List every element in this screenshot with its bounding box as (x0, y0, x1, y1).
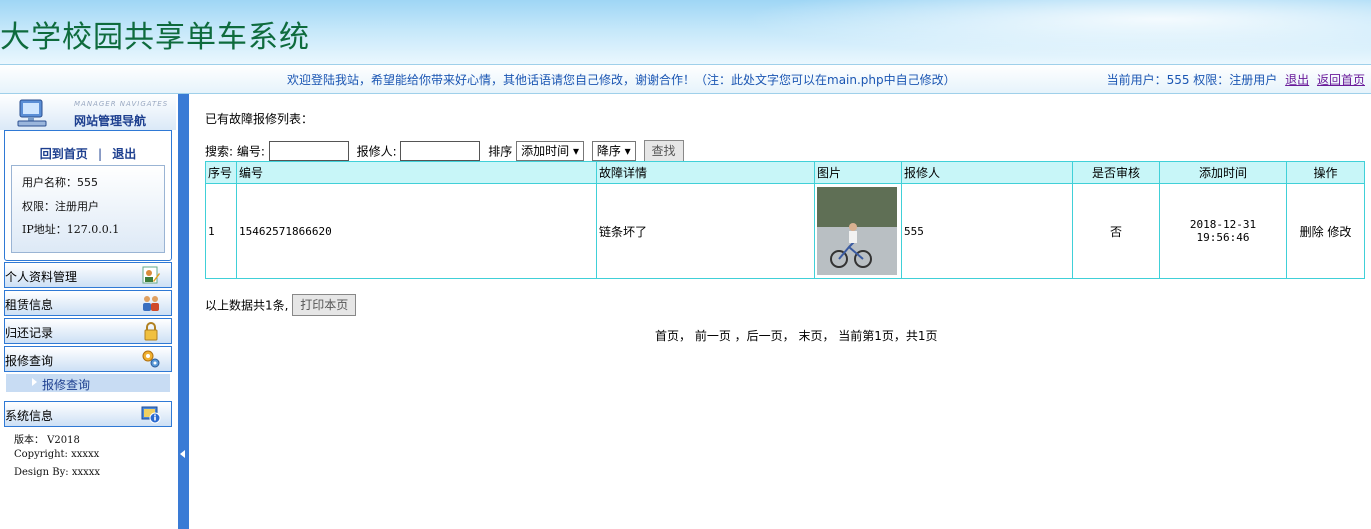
pagination[interactable]: 首页， 前一页 ，后一页， 末页， 当前第1页，共1页 (655, 327, 938, 344)
link-separator: | (97, 147, 103, 161)
user-panel: 回到首页 | 退出 用户名称：555 权限：注册用户 IP地址：127.0.0.… (4, 130, 172, 261)
cyclist-image (817, 187, 897, 275)
username-text: 用户名称：555 (22, 176, 98, 189)
home-link[interactable]: 回到首页 (40, 147, 88, 161)
current-user-text: 当前用户：555 权限：注册用户 (1106, 73, 1278, 87)
nav-header: MANAGER NAVIGATES 网站管理导航 (0, 94, 176, 130)
repair-table: 序号 编号 故障详情 图片 报修人 是否审核 添加时间 操作 1 1546257… (205, 161, 1365, 279)
sort-order-select[interactable]: 降序 ▾ (591, 141, 636, 161)
sort-field-value: 添加时间 (521, 144, 570, 158)
edit-link[interactable]: 修改 (1327, 225, 1351, 239)
cell-detail: 链条坏了 (596, 183, 815, 279)
record-count: 以上数据共1条, (205, 298, 289, 313)
col-detail: 故障详情 (596, 161, 815, 184)
info-icon (141, 406, 161, 424)
find-button[interactable]: 查找 (643, 140, 684, 162)
col-code: 编号 (236, 161, 597, 184)
menu-return[interactable]: 归还记录 (4, 318, 172, 344)
col-actions: 操作 (1286, 161, 1365, 184)
info-bar: 欢迎登陆我站，希望能给你带来好心情，其他话语请您自己修改，谢谢合作！（注：此处文… (0, 64, 1371, 94)
lock-icon (144, 322, 158, 341)
bike-photo[interactable] (817, 187, 897, 275)
header-banner: 大学校园共享单车系统 (0, 0, 1371, 64)
gears-icon (142, 350, 160, 368)
menu-repair[interactable]: 报修查询 (4, 346, 172, 372)
table-header-row: 序号 编号 故障详情 图片 报修人 是否审核 添加时间 操作 (205, 161, 1365, 184)
back-home-link[interactable]: 返回首页 (1317, 73, 1365, 87)
user-edit-icon (142, 266, 160, 284)
sort-label: 排序 (488, 144, 513, 159)
col-image: 图片 (814, 161, 902, 184)
design-text: Design By: xxxxx (14, 467, 101, 478)
user-panel-links: 回到首页 | 退出 (5, 145, 171, 162)
cell-index: 1 (205, 183, 237, 279)
col-time: 添加时间 (1159, 161, 1287, 184)
print-button[interactable]: 打印本页 (292, 294, 357, 316)
banner-shine (671, 0, 1371, 64)
collapse-arrow-icon (180, 450, 185, 458)
cell-reporter: 555 (901, 183, 1073, 279)
submenu-repair-query[interactable]: 报修查询 (6, 374, 170, 392)
user-details: 用户名称：555 权限：注册用户 IP地址：127.0.0.1 (11, 165, 165, 253)
col-reviewed: 是否审核 (1072, 161, 1160, 184)
code-label: 编号: (236, 144, 265, 159)
reporter-input[interactable] (400, 141, 481, 161)
table-row: 1 15462571866620 链条坏了 555 否 2018-12-31 1… (205, 183, 1365, 279)
menu-rental-label: 租赁信息 (5, 298, 54, 312)
ip-text: IP地址：127.0.0.1 (22, 223, 120, 236)
current-user-info: 当前用户：555 权限：注册用户 退出 返回首页 (1107, 71, 1365, 88)
copyright-text: Copyright: xxxxx (14, 449, 100, 460)
menu-rental[interactable]: 租赁信息 (4, 290, 172, 316)
menu-profile[interactable]: 个人资料管理 (4, 262, 172, 288)
cell-code: 15462571866620 (236, 183, 597, 279)
list-title: 已有故障报修列表： (205, 112, 314, 126)
menu-system-info[interactable]: 系统信息 (4, 401, 172, 427)
chevron-down-icon: ▾ (572, 144, 579, 158)
main-content: 已有故障报修列表： 搜索: 编号: 报修人: 排序 添加时间 ▾ 降序 ▾ 查找… (189, 94, 1371, 529)
summary-line: 以上数据共1条, 打印本页 (205, 294, 357, 316)
users-icon (143, 296, 159, 311)
sort-field-select[interactable]: 添加时间 ▾ (516, 141, 584, 161)
nav-caption: MANAGER NAVIGATES (74, 100, 169, 108)
cell-image (814, 183, 902, 279)
sidebar: MANAGER NAVIGATES 网站管理导航 回到首页 | 退出 用户名称：… (0, 94, 176, 529)
delete-link[interactable]: 删除 (1300, 225, 1324, 239)
col-reporter: 报修人 (901, 161, 1073, 184)
menu-profile-label: 个人资料管理 (5, 270, 78, 284)
menu-system-info-label: 系统信息 (5, 409, 54, 423)
cell-reviewed: 否 (1072, 183, 1160, 279)
sort-order-value: 降序 (596, 144, 621, 158)
welcome-message: 欢迎登陆我站，希望能给你带来好心情，其他话语请您自己修改，谢谢合作！（注：此处文… (287, 73, 956, 87)
search-label: 搜索: (205, 144, 234, 159)
cell-actions: 删除 修改 (1286, 183, 1365, 279)
role-text: 权限：注册用户 (22, 200, 99, 213)
version-text: 版本： V2018 (14, 435, 80, 446)
search-bar: 搜索: 编号: 报修人: 排序 添加时间 ▾ 降序 ▾ 查找 (205, 140, 684, 162)
nav-title: 网站管理导航 (74, 114, 147, 128)
site-title: 大学校园共享单车系统 (0, 20, 310, 55)
submenu-repair-query-label: 报修查询 (42, 378, 91, 392)
exit-link[interactable]: 退出 (112, 147, 136, 161)
col-index: 序号 (205, 161, 237, 184)
menu-return-label: 归还记录 (5, 326, 54, 340)
logout-link[interactable]: 退出 (1285, 73, 1309, 87)
code-input[interactable] (268, 141, 349, 161)
cell-time: 2018-12-31 19:56:46 (1159, 183, 1287, 279)
menu-repair-label: 报修查询 (5, 354, 54, 368)
submenu-arrow-icon (32, 378, 37, 386)
reporter-label: 报修人: (356, 144, 397, 159)
chevron-down-icon: ▾ (624, 144, 631, 158)
computer-icon (17, 99, 47, 127)
sidebar-toggle[interactable] (178, 94, 189, 529)
